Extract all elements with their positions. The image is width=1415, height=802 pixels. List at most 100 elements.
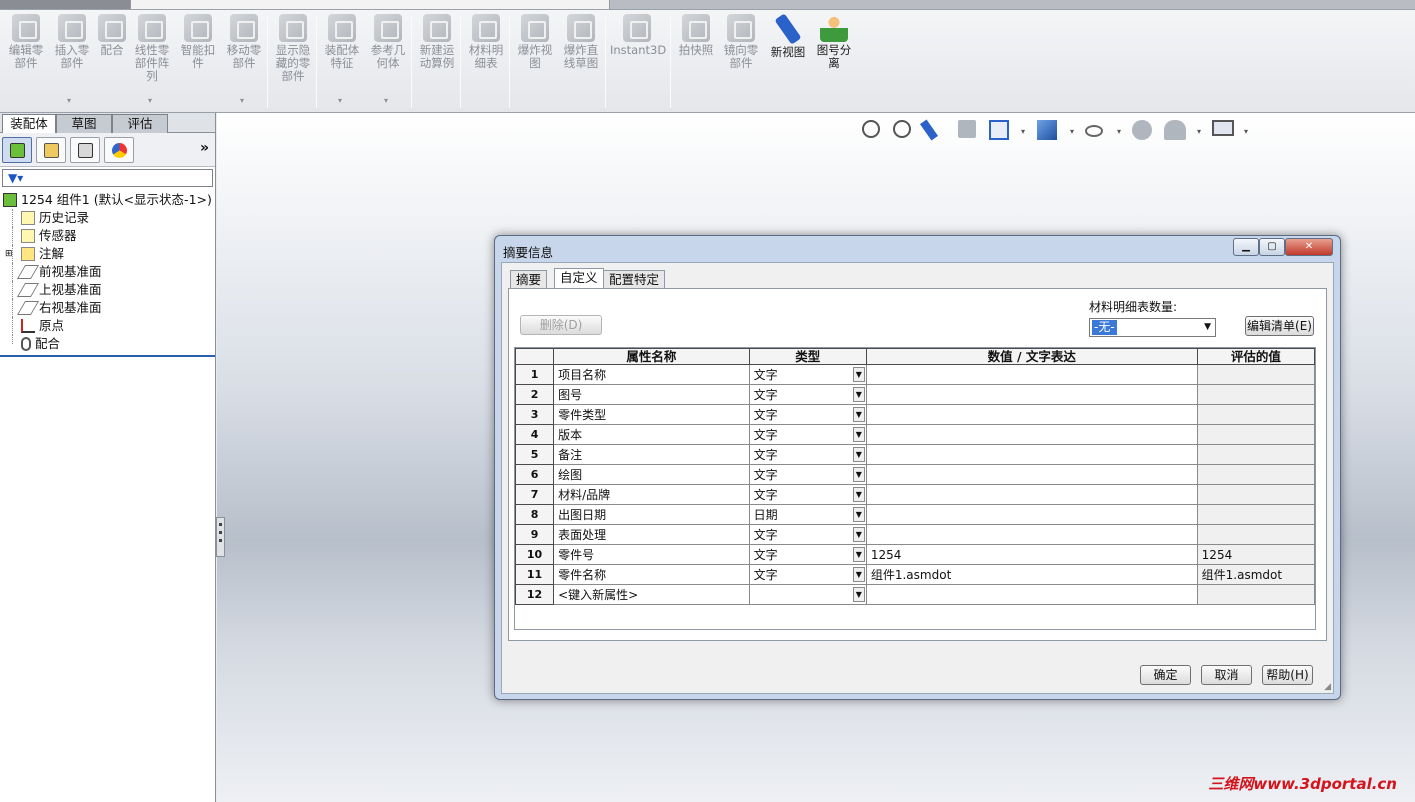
tree-filter[interactable]: ▼▾: [2, 169, 213, 187]
type-dropdown-icon[interactable]: ▼: [852, 527, 865, 542]
assembly-feature-button[interactable]: 装配体 特征: [322, 14, 362, 70]
table-row[interactable]: 3 零件类型 文字 ▼: [514, 404, 1316, 425]
property-name-cell[interactable]: 项目名称: [553, 364, 750, 385]
property-value-cell[interactable]: [865, 464, 1198, 485]
smart-fastener-button[interactable]: 智能扣 件: [178, 14, 218, 70]
display-style-dropdown[interactable]: ▾: [1070, 127, 1074, 136]
section-view-icon[interactable]: [958, 120, 976, 138]
property-name-cell[interactable]: 材料/品牌: [553, 484, 750, 505]
property-name-cell[interactable]: 绘图: [553, 464, 750, 485]
tab-sketch[interactable]: 草图: [56, 114, 112, 133]
tree-item-top-plane[interactable]: 上视基准面: [0, 281, 215, 299]
table-row[interactable]: 1 项目名称 文字 ▼: [514, 364, 1316, 385]
property-name-cell[interactable]: 零件类型: [553, 404, 750, 425]
property-value-cell[interactable]: 1254: [865, 544, 1198, 565]
hide-show-dropdown[interactable]: ▾: [1117, 127, 1121, 136]
hide-show-items-icon[interactable]: [1085, 125, 1103, 137]
view-settings-icon[interactable]: [1212, 120, 1234, 136]
property-name-cell[interactable]: 图号: [553, 384, 750, 405]
tab-summary[interactable]: 摘要: [510, 270, 548, 288]
linear-pattern-dropdown[interactable]: ▾: [148, 96, 152, 105]
property-name-cell[interactable]: <键入新属性>: [553, 584, 750, 605]
table-row[interactable]: 6 绘图 文字 ▼: [514, 464, 1316, 485]
apply-scene-icon[interactable]: [1164, 120, 1186, 140]
mate-button[interactable]: 配合: [96, 14, 128, 57]
table-row[interactable]: 2 图号 文字 ▼: [514, 384, 1316, 405]
explode-line-sketch-button[interactable]: 爆炸直 线草图: [560, 14, 602, 70]
view-orientation-dropdown[interactable]: ▾: [1021, 127, 1025, 136]
property-type-cell[interactable]: 文字 ▼: [748, 444, 867, 465]
property-type-cell[interactable]: 文字 ▼: [748, 364, 867, 385]
table-row[interactable]: 4 版本 文字 ▼: [514, 424, 1316, 445]
previous-view-icon[interactable]: [919, 119, 939, 141]
table-row[interactable]: 7 材料/品牌 文字 ▼: [514, 484, 1316, 505]
zoom-to-fit-icon[interactable]: [862, 120, 880, 138]
zoom-to-area-icon[interactable]: [893, 120, 911, 138]
property-value-cell[interactable]: [865, 444, 1198, 465]
type-dropdown-icon[interactable]: ▼: [852, 507, 865, 522]
feature-manager-tab[interactable]: [2, 137, 32, 163]
panel-splitter[interactable]: [216, 517, 225, 557]
apply-scene-dropdown[interactable]: ▾: [1197, 127, 1201, 136]
drawing-split-button[interactable]: 图号分 离: [813, 14, 855, 70]
column-header-evaluated[interactable]: 评估的值: [1196, 348, 1316, 365]
configuration-manager-tab[interactable]: [70, 137, 100, 163]
grid-corner[interactable]: [514, 348, 555, 365]
tree-item-annotations[interactable]: ⊞ 注解: [0, 245, 215, 263]
expand-icon[interactable]: ⊞: [5, 245, 13, 263]
type-dropdown-icon[interactable]: ▼: [852, 427, 865, 442]
property-type-cell[interactable]: 文字 ▼: [748, 404, 867, 425]
tree-root-assembly[interactable]: 1254 组件1 (默认<显示状态-1>): [0, 191, 215, 209]
property-manager-tab[interactable]: [36, 137, 66, 163]
view-orientation-icon[interactable]: [989, 120, 1009, 140]
property-type-cell[interactable]: 文字 ▼: [748, 464, 867, 485]
tree-item-right-plane[interactable]: 右视基准面: [0, 299, 215, 317]
property-value-cell[interactable]: [865, 404, 1198, 425]
tree-item-origin[interactable]: 原点: [0, 317, 215, 335]
tab-custom[interactable]: 自定义: [554, 268, 604, 288]
property-name-cell[interactable]: 表面处理: [553, 524, 750, 545]
property-type-cell[interactable]: 文字 ▼: [748, 564, 867, 585]
property-type-cell[interactable]: 文字 ▼: [748, 384, 867, 405]
property-type-cell[interactable]: ▼: [748, 584, 867, 605]
move-component-button[interactable]: 移动零 部件: [224, 14, 264, 70]
column-header-type[interactable]: 类型: [748, 348, 867, 365]
cancel-button[interactable]: 取消: [1201, 665, 1252, 685]
tab-assembly[interactable]: 装配体: [2, 114, 56, 134]
insert-component-button[interactable]: 插入零 部件: [52, 14, 92, 70]
type-dropdown-icon[interactable]: ▼: [852, 567, 865, 582]
snapshot-button[interactable]: 拍快照: [676, 14, 716, 57]
assembly-feature-dropdown[interactable]: ▾: [338, 96, 342, 105]
mirror-component-button[interactable]: 镜向零 部件: [721, 14, 761, 70]
close-button[interactable]: ✕: [1285, 238, 1333, 256]
table-row[interactable]: 8 出图日期 日期 ▼: [514, 504, 1316, 525]
motion-study-button[interactable]: 新建运 动算例: [417, 14, 457, 70]
property-type-cell[interactable]: 文字 ▼: [748, 544, 867, 565]
column-header-value[interactable]: 数值 / 文字表达: [865, 348, 1198, 365]
rollback-bar[interactable]: [0, 355, 215, 357]
property-type-cell[interactable]: 文字 ▼: [748, 524, 867, 545]
edit-component-button[interactable]: 编辑零 部件: [6, 14, 46, 70]
insert-component-dropdown[interactable]: ▾: [67, 96, 71, 105]
instant3d-button[interactable]: Instant3D: [610, 14, 666, 57]
table-row[interactable]: 11 零件名称 文字 ▼ 组件1.asmdot 组件1.asmdot: [514, 564, 1316, 585]
type-dropdown-icon[interactable]: ▼: [852, 407, 865, 422]
tree-item-front-plane[interactable]: 前视基准面: [0, 263, 215, 281]
minimize-button[interactable]: ▁: [1233, 238, 1259, 256]
property-name-cell[interactable]: 出图日期: [553, 504, 750, 525]
property-value-cell[interactable]: [865, 524, 1198, 545]
property-name-cell[interactable]: 零件号: [553, 544, 750, 565]
property-value-cell[interactable]: [865, 504, 1198, 525]
document-tab-active[interactable]: [0, 0, 130, 9]
type-dropdown-icon[interactable]: ▼: [852, 467, 865, 482]
type-dropdown-icon[interactable]: ▼: [852, 387, 865, 402]
table-row[interactable]: 12 <键入新属性> ▼: [514, 584, 1316, 605]
property-type-cell[interactable]: 文字 ▼: [748, 484, 867, 505]
tab-configuration-specific[interactable]: 配置特定: [603, 270, 666, 288]
edit-appearance-icon[interactable]: [1132, 120, 1152, 140]
type-dropdown-icon[interactable]: ▼: [852, 587, 865, 602]
property-type-cell[interactable]: 文字 ▼: [748, 424, 867, 445]
tree-item-mates[interactable]: 配合: [0, 335, 215, 353]
table-row[interactable]: 5 备注 文字 ▼: [514, 444, 1316, 465]
property-name-cell[interactable]: 版本: [553, 424, 750, 445]
